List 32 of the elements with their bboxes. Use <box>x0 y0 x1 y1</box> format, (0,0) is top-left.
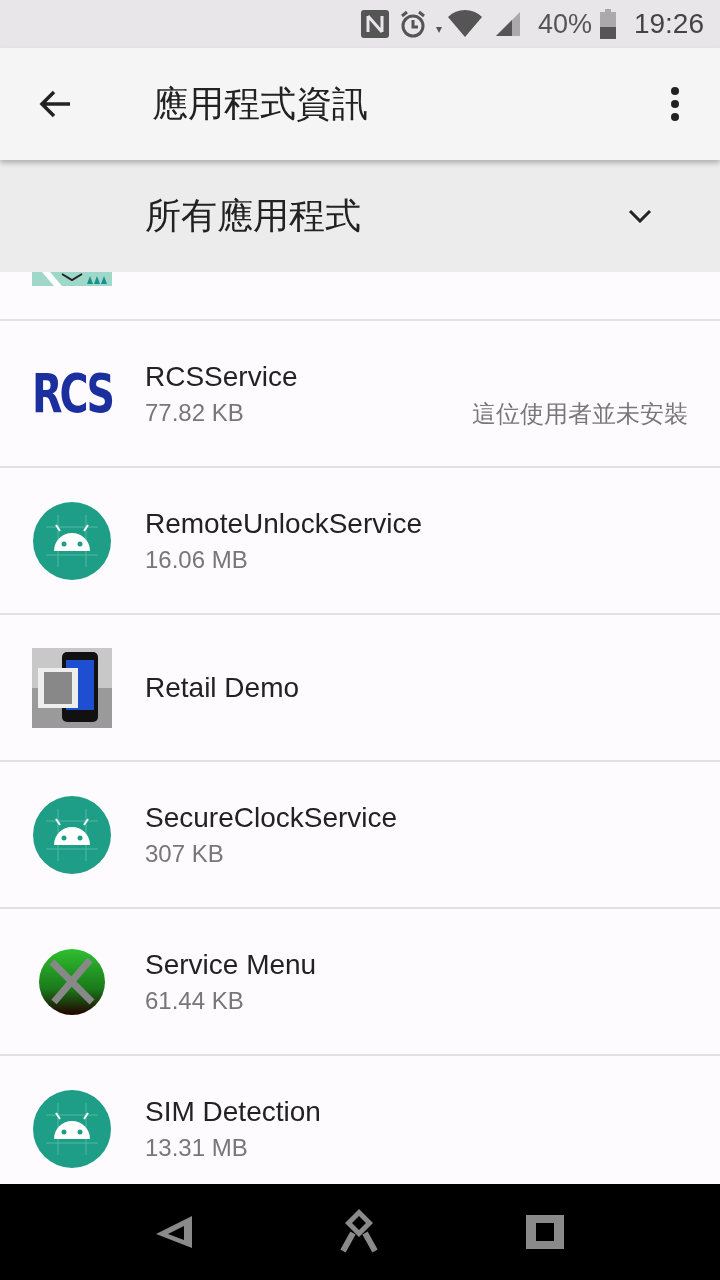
back-arrow-icon <box>38 89 72 119</box>
phone-film-icon <box>32 647 112 728</box>
app-list-item[interactable]: RemoteUnlockService 16.06 MB <box>0 468 720 615</box>
app-size: 16.06 MB <box>145 545 249 574</box>
battery-percent: 40% <box>537 8 592 40</box>
clock-time: 19:26 <box>633 8 704 40</box>
app-size: 61.44 KB <box>145 986 245 1015</box>
page-title: 應用程式資訊 <box>152 81 369 126</box>
app-size: 77.82 KB <box>145 398 245 427</box>
android-icon <box>32 500 112 581</box>
app-icon <box>32 272 112 286</box>
android-icon <box>32 794 112 875</box>
filter-dropdown[interactable]: 所有應用程式 <box>0 160 720 272</box>
more-vert-icon <box>670 87 680 121</box>
app-size: 307 KB <box>145 839 225 868</box>
app-name: RCSService <box>145 360 299 393</box>
caret-icon <box>628 209 652 223</box>
app-name: RemoteUnlockService <box>145 507 423 540</box>
app-list-item[interactable]: RCS RCSService 77.82 KB 這位使用者並未安裝 <box>0 321 720 468</box>
battery-icon <box>599 9 616 39</box>
android-icon <box>32 1088 112 1169</box>
app-list-item[interactable]: SecureClockService 307 KB <box>0 762 720 909</box>
app-logo: RCS <box>32 362 112 425</box>
install-status: 這位使用者並未安裝 <box>472 398 688 429</box>
app-list-item[interactable]: Retail Demo <box>0 615 720 762</box>
app-name: SecureClockService <box>145 801 399 834</box>
app-list-item[interactable]: Service Menu 61.44 KB <box>0 909 720 1056</box>
app-size: 13.31 MB <box>145 1133 249 1162</box>
app-name: Service Menu <box>145 948 318 981</box>
nfc-icon <box>359 9 390 39</box>
app-name: Retail Demo <box>145 671 301 704</box>
app-name: SIM Detection <box>145 1095 322 1128</box>
